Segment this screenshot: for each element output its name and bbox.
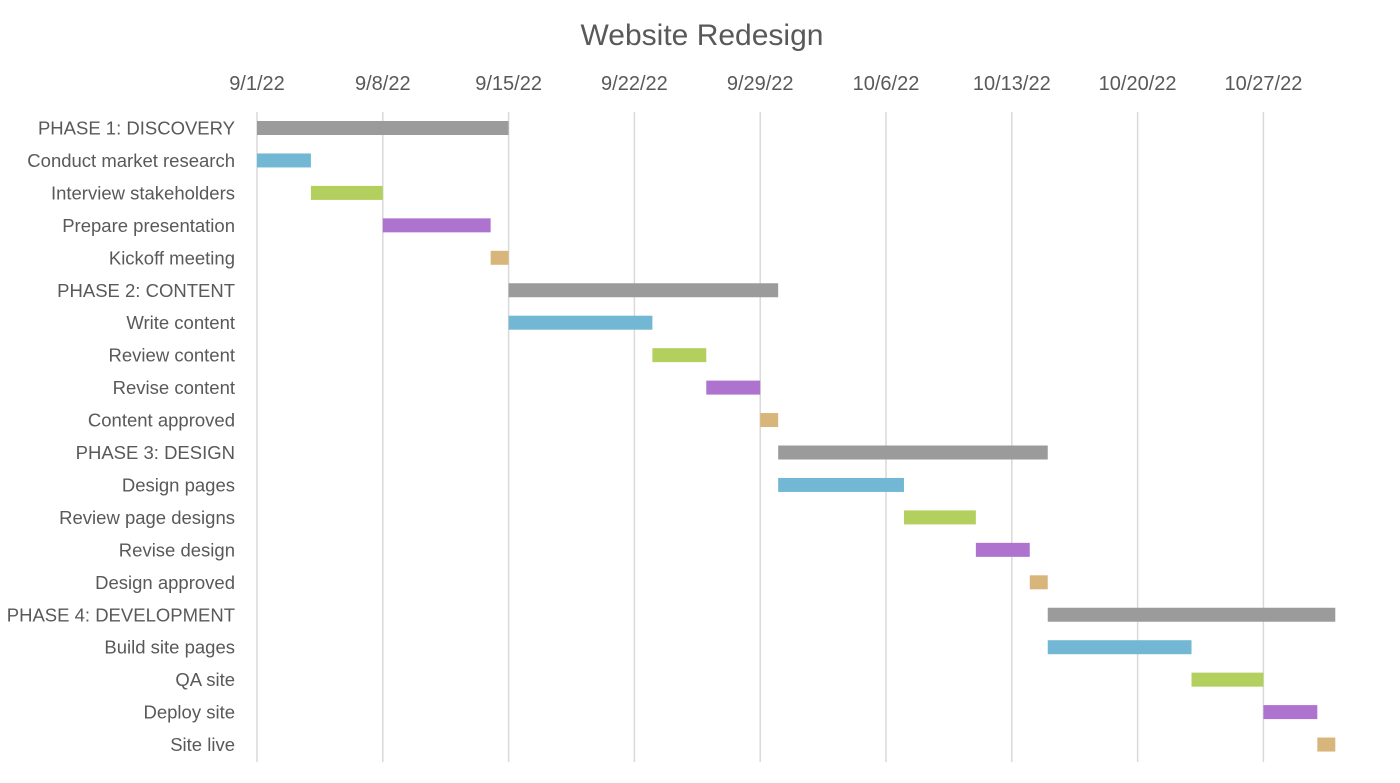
task-label: Conduct market research <box>27 150 235 171</box>
gridlines <box>256 112 1265 762</box>
x-tick-label: 9/22/22 <box>601 73 668 95</box>
phase-bar <box>778 445 1048 460</box>
gantt-chart: Website Redesign 9/1/22 9/8/22 9/15/22 9/22… <box>7 19 1336 762</box>
milestone-bar <box>760 413 779 428</box>
phase-bar <box>1047 607 1336 622</box>
task-labels: PHASE 1: DISCOVERY Conduct market researc… <box>7 118 235 756</box>
phase-label: PHASE 2: CONTENT <box>57 280 235 301</box>
task-label: Prepare presentation <box>62 215 235 236</box>
task-label: Design approved <box>95 572 235 593</box>
task-label: Review page designs <box>59 507 235 528</box>
task-bar <box>706 380 761 395</box>
phase-label: PHASE 1: DISCOVERY <box>38 118 235 139</box>
task-bar <box>382 218 491 233</box>
task-bars <box>257 121 1336 752</box>
task-bar <box>652 348 707 363</box>
x-tick-label: 9/15/22 <box>475 73 542 95</box>
task-label: Design pages <box>122 474 235 495</box>
task-label: Kickoff meeting <box>109 247 235 268</box>
x-tick-label: 10/20/22 <box>1099 73 1177 95</box>
task-label: Review content <box>109 345 235 366</box>
x-tick-label: 10/27/22 <box>1224 73 1302 95</box>
x-axis-ticks: 9/1/22 9/8/22 9/15/22 9/22/22 9/29/22 10/6/22… <box>229 73 1302 95</box>
task-label: Write content <box>126 312 235 333</box>
task-label: Content approved <box>88 410 235 431</box>
phase-bar <box>508 283 779 298</box>
task-bar <box>508 315 653 330</box>
task-bar <box>257 153 311 168</box>
x-tick-label: 9/1/22 <box>229 73 285 95</box>
task-bar <box>903 510 976 525</box>
x-tick-label: 9/8/22 <box>355 73 411 95</box>
milestone-bar <box>1317 737 1336 752</box>
task-label: Build site pages <box>104 637 235 658</box>
task-bar <box>778 477 904 492</box>
task-label: Site live <box>170 734 235 755</box>
task-bar <box>1191 672 1264 687</box>
phase-label: PHASE 4: DEVELOPMENT <box>7 604 235 625</box>
task-bar <box>1047 640 1192 655</box>
chart-title: Website Redesign <box>581 19 824 52</box>
phase-label: PHASE 3: DESIGN <box>76 442 235 463</box>
task-bar <box>310 185 383 200</box>
task-label: Interview stakeholders <box>51 182 235 203</box>
task-label: Deploy site <box>143 702 235 723</box>
task-label: Revise content <box>113 377 235 398</box>
phase-bar <box>257 121 509 135</box>
x-tick-label: 10/13/22 <box>973 73 1051 95</box>
milestone-bar <box>1029 575 1048 590</box>
task-bar <box>1263 705 1318 720</box>
task-label: Revise design <box>119 539 235 560</box>
milestone-bar <box>490 250 509 265</box>
task-bar <box>975 542 1030 557</box>
task-label: QA site <box>175 669 235 690</box>
x-tick-label: 9/29/22 <box>727 73 794 95</box>
x-tick-label: 10/6/22 <box>853 73 920 95</box>
